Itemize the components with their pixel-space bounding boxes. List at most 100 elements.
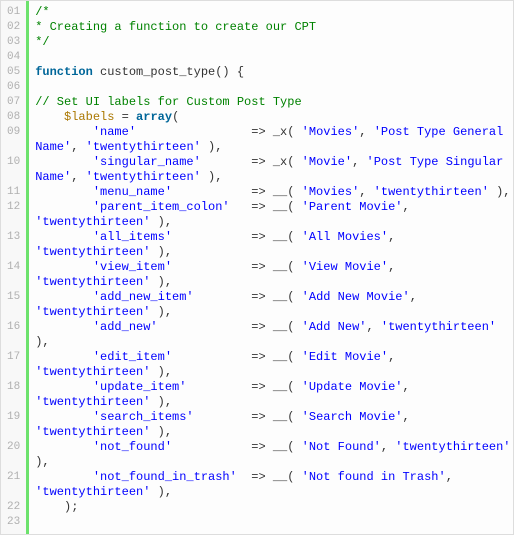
code-token: */ — [35, 35, 49, 49]
code-token: 'twentythirteen' — [35, 425, 150, 439]
code-token: 'parent_item_colon' — [93, 200, 230, 214]
code-token: 'Add New' — [302, 320, 367, 334]
code-token: 'twentythirteen' — [35, 275, 150, 289]
code-token: * Creating a function to create our CPT — [35, 20, 316, 34]
code-line: 'menu_name' => __( 'Movies', 'twentythir… — [35, 185, 513, 200]
code-token: => __( — [237, 470, 302, 484]
code-token: 'twentythirteen' — [35, 365, 150, 379]
code-token: 'Movie' — [302, 155, 352, 169]
line-number-gutter: 0102030405060708091011121314151617181920… — [1, 1, 29, 534]
code-token: ), — [150, 275, 172, 289]
code-token: ), — [150, 245, 172, 259]
code-token: 'twentythirteen' — [35, 215, 150, 229]
code-line: 'search_items' => __( 'Search Movie', 't… — [35, 410, 513, 440]
code-token: ), — [150, 215, 172, 229]
line-number: 21 — [1, 470, 26, 500]
code-token — [35, 320, 93, 334]
code-line: 'singular_name' => _x( 'Movie', 'Post Ty… — [35, 155, 513, 185]
code-token: 'Update Movie' — [302, 380, 403, 394]
code-line: 'name' => _x( 'Movies', 'Post Type Gener… — [35, 125, 513, 155]
code-token: 'twentythirteen' — [374, 185, 489, 199]
code-token: array — [136, 110, 172, 124]
line-number: 13 — [1, 230, 26, 260]
code-token: 'View Movie' — [302, 260, 388, 274]
code-token: 'name' — [93, 125, 136, 139]
code-token: ), — [201, 170, 223, 184]
code-line: 'add_new_item' => __( 'Add New Movie', '… — [35, 290, 513, 320]
code-token: 'twentythirteen' — [35, 485, 150, 499]
code-token — [35, 350, 93, 364]
code-token — [35, 185, 93, 199]
code-token: , — [359, 185, 373, 199]
code-token: 'Edit Movie' — [302, 350, 388, 364]
code-token — [35, 155, 93, 169]
line-number: 05 — [1, 65, 26, 80]
code-token: ), — [150, 365, 172, 379]
code-token: 'add_new' — [93, 320, 158, 334]
code-token: ), — [150, 395, 172, 409]
code-line — [35, 515, 513, 530]
code-token: , — [352, 155, 366, 169]
code-token: 'All Movies' — [302, 230, 388, 244]
code-token: => __( — [194, 410, 302, 424]
line-number: 10 — [1, 155, 26, 185]
code-token: => _x( — [201, 155, 302, 169]
line-number: 22 — [1, 500, 26, 515]
code-token: => __( — [172, 260, 302, 274]
code-token: => __( — [186, 380, 301, 394]
code-block: 0102030405060708091011121314151617181920… — [0, 0, 514, 535]
line-number: 04 — [1, 50, 26, 65]
code-token: , — [388, 260, 402, 274]
line-number: 03 — [1, 35, 26, 50]
code-area[interactable]: /** Creating a function to create our CP… — [29, 1, 513, 534]
line-number: 08 — [1, 110, 26, 125]
line-number: 18 — [1, 380, 26, 410]
code-token: 'twentythirteen' — [395, 440, 510, 454]
code-line: $labels = array( — [35, 110, 513, 125]
code-token: , — [388, 350, 402, 364]
code-token — [35, 470, 93, 484]
code-token: , — [446, 470, 460, 484]
code-token: 'not_found_in_trash' — [93, 470, 237, 484]
code-line: * Creating a function to create our CPT — [35, 20, 513, 35]
code-token: 'view_item' — [93, 260, 172, 274]
code-token: = — [114, 110, 136, 124]
code-token: => __( — [194, 290, 302, 304]
code-token: /* — [35, 5, 49, 19]
code-token — [35, 80, 42, 94]
line-number: 23 — [1, 515, 26, 530]
code-line: 'parent_item_colon' => __( 'Parent Movie… — [35, 200, 513, 230]
code-line: 'edit_item' => __( 'Edit Movie', 'twenty… — [35, 350, 513, 380]
code-token: , — [403, 410, 417, 424]
code-token: ), — [150, 425, 172, 439]
code-token: 'search_items' — [93, 410, 194, 424]
code-token: ); — [35, 500, 78, 514]
code-line: /* — [35, 5, 513, 20]
code-token: $labels — [64, 110, 114, 124]
code-line — [35, 50, 513, 65]
code-token — [35, 290, 93, 304]
code-token: 'twentythirteen' — [35, 305, 150, 319]
code-token: ( — [172, 110, 179, 124]
line-number: 16 — [1, 320, 26, 350]
code-token — [35, 410, 93, 424]
line-number: 11 — [1, 185, 26, 200]
line-number: 09 — [1, 125, 26, 155]
line-number: 14 — [1, 260, 26, 290]
code-token: 'edit_item' — [93, 350, 172, 364]
code-token — [35, 125, 93, 139]
code-token: 'Not found in Trash' — [302, 470, 446, 484]
code-line: 'view_item' => __( 'View Movie', 'twenty… — [35, 260, 513, 290]
code-token: custom_post_type() { — [93, 65, 244, 79]
code-token: 'menu_name' — [93, 185, 172, 199]
code-token: , — [402, 200, 416, 214]
code-line: 'not_found' => __( 'Not Found', 'twentyt… — [35, 440, 513, 470]
code-token: 'all_items' — [93, 230, 172, 244]
code-token: , — [402, 380, 416, 394]
code-line: 'add_new' => __( 'Add New', 'twentythirt… — [35, 320, 513, 350]
code-token — [35, 380, 93, 394]
code-token: 'twentythirteen' — [86, 170, 201, 184]
code-token: 'update_item' — [93, 380, 187, 394]
code-token — [35, 110, 64, 124]
code-line: ); — [35, 500, 513, 515]
